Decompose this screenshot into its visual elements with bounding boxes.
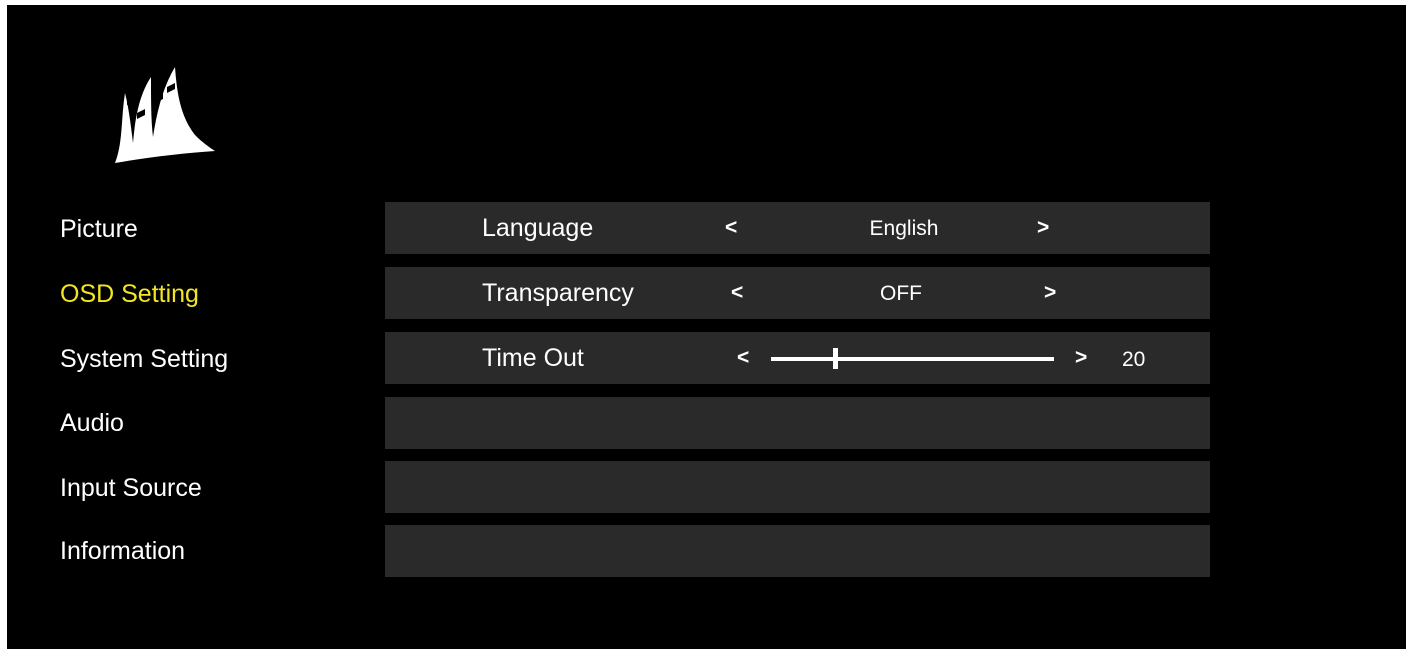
language-next-arrow[interactable]: > (1037, 213, 1049, 243)
transparency-label: Transparency (482, 279, 634, 307)
menu-item-input-source[interactable]: Input Source (60, 473, 202, 503)
language-value: English (869, 217, 939, 240)
menu-item-picture[interactable]: Picture (60, 214, 138, 244)
empty-row-6 (385, 525, 1210, 577)
language-prev-arrow[interactable]: < (725, 213, 737, 243)
corsair-sails-icon (115, 67, 215, 163)
time-out-value: 20 (1122, 348, 1146, 371)
time-out-label: Time Out (482, 344, 584, 372)
empty-row-5 (385, 461, 1210, 513)
time-out-row[interactable]: Time Out < > 20 (385, 332, 1210, 384)
time-out-prev-arrow[interactable]: < (737, 343, 749, 373)
menu-item-audio[interactable]: Audio (60, 408, 124, 438)
time-out-slider-handle[interactable] (833, 348, 838, 369)
transparency-value: OFF (880, 282, 922, 305)
language-row[interactable]: Language < English > (385, 202, 1210, 254)
time-out-next-arrow[interactable]: > (1075, 343, 1087, 373)
language-label: Language (482, 214, 594, 242)
transparency-next-arrow[interactable]: > (1044, 278, 1056, 308)
menu-item-information[interactable]: Information (60, 536, 185, 566)
osd-screen: Picture OSD Setting System Setting Audio… (7, 5, 1406, 649)
empty-row-4 (385, 397, 1210, 449)
menu-item-osd-setting[interactable]: OSD Setting (60, 279, 199, 309)
transparency-row[interactable]: Transparency < OFF > (385, 267, 1210, 319)
time-out-slider-track[interactable] (771, 357, 1054, 361)
transparency-prev-arrow[interactable]: < (731, 278, 743, 308)
menu-item-system-setting[interactable]: System Setting (60, 344, 228, 374)
